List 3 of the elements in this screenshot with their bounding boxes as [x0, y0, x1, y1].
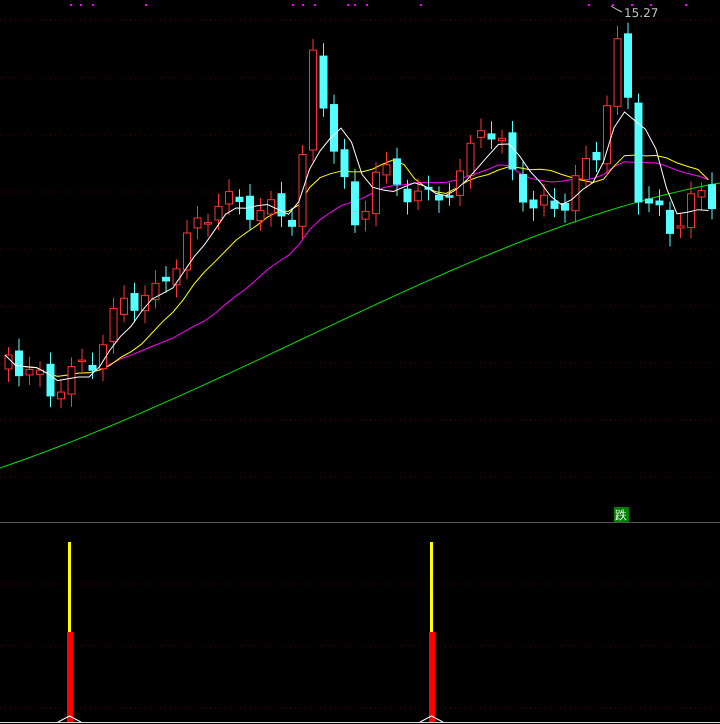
leader-line	[610, 6, 622, 12]
high-price-label: 15.27	[624, 6, 658, 20]
signal-badge: 跌	[614, 507, 629, 522]
